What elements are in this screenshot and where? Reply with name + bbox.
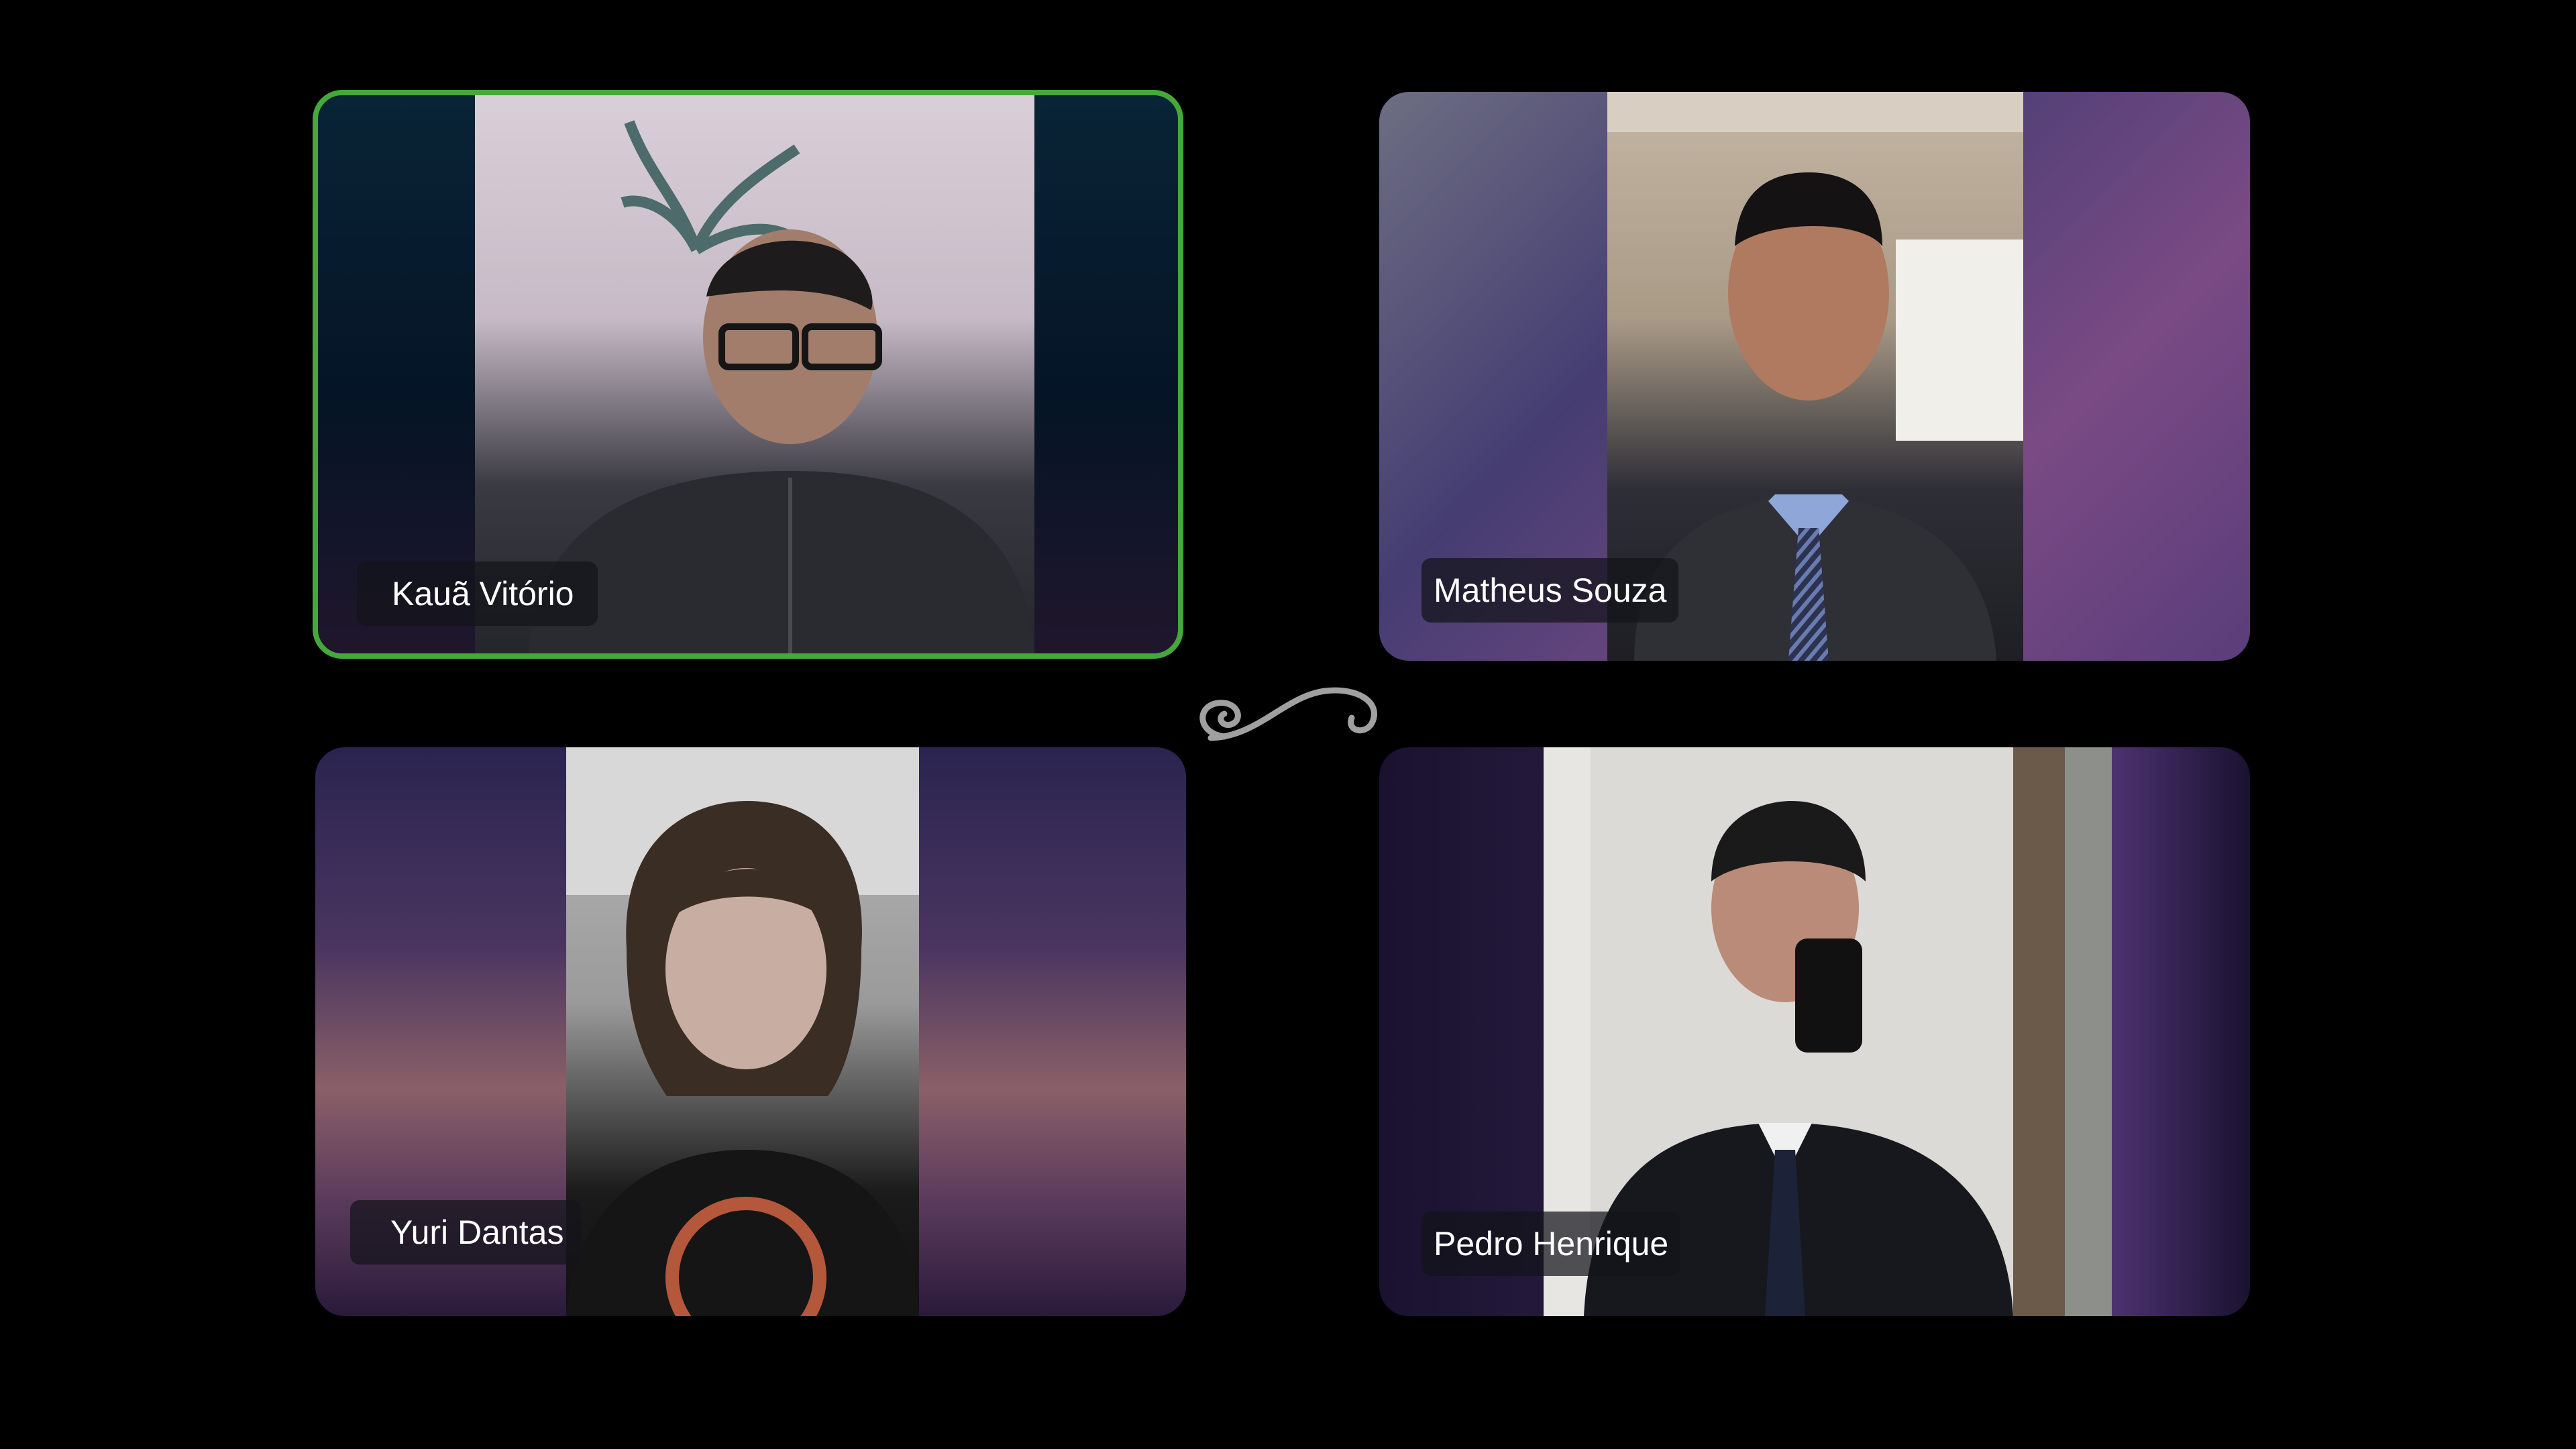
participant-tile-pedro[interactable]: Pedro Henrique <box>1379 747 2250 1316</box>
participant-tile-kaua[interactable]: Kauã Vitório <box>313 90 1183 659</box>
participant-name-badge: Kauã Vitório <box>357 561 598 626</box>
participant-video <box>566 747 919 1316</box>
participant-name: Yuri Dantas <box>390 1214 564 1251</box>
video-call-grid: Kauã Vitório Matheus Souza Yuri Dantas P… <box>0 0 2576 1449</box>
participant-tile-matheus[interactable]: Matheus Souza <box>1379 92 2250 661</box>
participant-name: Pedro Henrique <box>1434 1225 1669 1263</box>
participant-name: Kauã Vitório <box>392 575 574 612</box>
participant-tile-yuri[interactable]: Yuri Dantas <box>315 747 1186 1316</box>
participant-name-badge: Matheus Souza <box>1421 558 1679 623</box>
participant-video-feed <box>566 747 919 1316</box>
participant-name-badge: Pedro Henrique <box>1421 1212 1681 1276</box>
participant-name-badge: Yuri Dantas <box>350 1200 582 1265</box>
swirl-ornament-icon <box>1199 687 1377 741</box>
participant-name: Matheus Souza <box>1434 572 1667 609</box>
